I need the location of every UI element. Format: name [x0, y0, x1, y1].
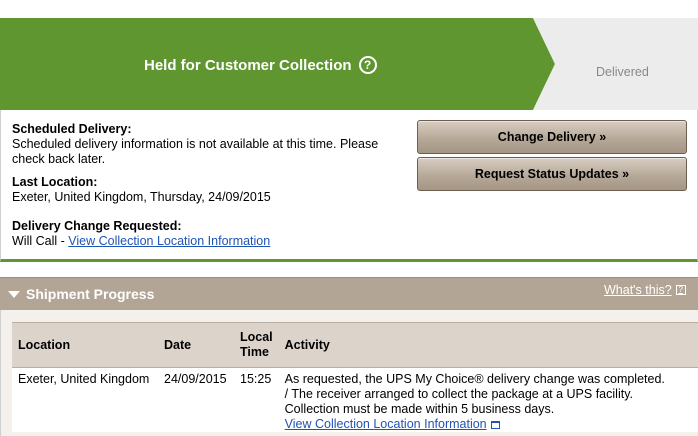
table-header-row: Location Date Local Time Activity [12, 322, 698, 368]
shipment-progress-body: Location Date Local Time Activity Exeter… [0, 310, 698, 436]
shipment-progress-header[interactable]: Shipment Progress What's this? ? [0, 277, 698, 310]
delivery-change-value: Will Call - View Collection Location Inf… [12, 234, 408, 249]
last-location-text: Exeter, United Kingdom, Thursday, 24/09/… [12, 190, 271, 204]
column-header-local-time: Local Time [234, 322, 279, 368]
external-window-icon [490, 421, 500, 429]
request-status-updates-button[interactable]: Request Status Updates » [417, 157, 687, 191]
delivery-summary: Scheduled Delivery: Scheduled delivery i… [0, 110, 698, 262]
status-title: Held for Customer Collection ? [144, 56, 377, 74]
collapse-triangle-icon [8, 290, 20, 298]
last-location-label: Last Location: [12, 175, 98, 189]
local-time-line2: Time [240, 345, 269, 359]
column-header-location: Location [12, 322, 158, 368]
scheduled-delivery-text: Scheduled delivery information is not av… [12, 137, 379, 166]
cell-activity: As requested, the UPS My Choice® deliver… [279, 368, 698, 433]
delivery-change-block: Delivery Change Requested: Will Call - V… [12, 219, 408, 249]
last-location-block: Last Location: Exeter, United Kingdom, T… [12, 175, 408, 205]
status-banner: Held for Customer Collection ? Delivered [0, 18, 698, 110]
scheduled-delivery-block: Scheduled Delivery: Scheduled delivery i… [12, 122, 408, 167]
local-time-line1: Local [240, 330, 273, 344]
next-step-segment [533, 18, 698, 110]
view-collection-location-link[interactable]: View Collection Location Information [68, 234, 270, 248]
activity-line1: As requested, the UPS My Choice® deliver… [284, 372, 665, 386]
cell-time: 15:25 [240, 372, 272, 386]
column-header-activity: Activity [278, 322, 698, 368]
change-delivery-button[interactable]: Change Delivery » [417, 120, 687, 154]
scheduled-delivery-label: Scheduled Delivery: [12, 122, 132, 136]
cell-location: Exeter, United Kingdom [18, 372, 150, 386]
help-icon[interactable]: ? [358, 56, 377, 74]
cell-date: 24/09/2015 [164, 372, 227, 386]
activity-line2: / The receiver arranged to collect the p… [284, 387, 633, 401]
column-header-date: Date [158, 322, 234, 368]
status-title-text: Held for Customer Collection [144, 56, 352, 74]
whats-this-link[interactable]: What's this? ? [604, 283, 686, 297]
next-step-label: Delivered [596, 65, 649, 79]
help-popup-icon: ? [675, 285, 686, 295]
table-row: Exeter, United Kingdom 24/09/2015 15:25 … [12, 368, 698, 433]
will-call-text: Will Call - [12, 234, 69, 248]
shipment-progress-table: Location Date Local Time Activity Exeter… [12, 322, 698, 432]
activity-line3: Collection must be made within 5 busines… [284, 402, 555, 416]
delivery-change-label: Delivery Change Requested: [12, 219, 182, 233]
delivery-info: Scheduled Delivery: Scheduled delivery i… [12, 122, 408, 257]
activity-collection-location-link[interactable]: View Collection Location Information [285, 417, 487, 431]
whats-this-text: What's this? [604, 283, 672, 297]
shipment-progress-toggle[interactable]: Shipment Progress [8, 286, 154, 302]
shipment-progress-title: Shipment Progress [26, 286, 155, 302]
activity-link-row: View Collection Location Information [285, 417, 693, 432]
